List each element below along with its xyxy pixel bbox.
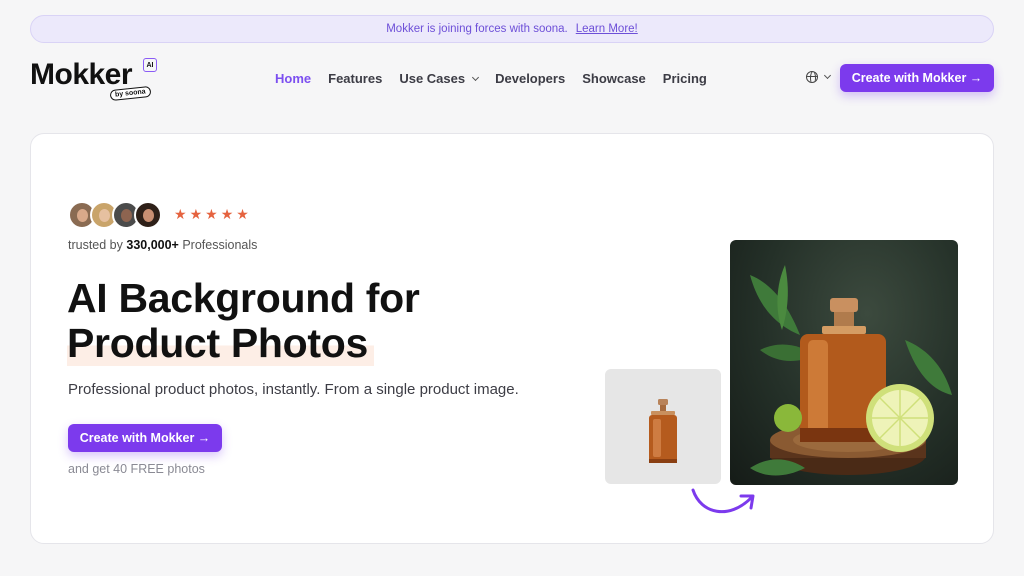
trusted-by-text: trusted by 330,000+ Professionals (68, 238, 258, 252)
hero-headline: AI Background for Product Photos (67, 275, 420, 366)
nav-home[interactable]: Home (275, 70, 311, 88)
mokker-logo[interactable]: Mokker AI by soona (30, 56, 160, 102)
hero-subhead: Professional product photos, instantly. … (68, 381, 519, 398)
transform-arrow-icon (691, 488, 755, 514)
logo-text: Mokker (30, 58, 133, 91)
logo-ai-badge: AI (143, 58, 157, 72)
nav-features[interactable]: Features (328, 70, 382, 88)
learn-more-link[interactable]: Learn More! (576, 23, 638, 35)
free-photos-note: and get 40 FREE photos (68, 462, 205, 476)
before-product-image (605, 369, 721, 484)
nav-use-cases[interactable]: Use Cases (399, 70, 480, 88)
customer-avatars (68, 201, 162, 229)
globe-icon (806, 71, 818, 83)
create-with-mokker-button[interactable]: Create with Mokker → (68, 424, 222, 452)
create-with-mokker-button-nav[interactable]: Create with Mokker → (840, 64, 994, 92)
banner-text: Mokker is joining forces with soona. (386, 23, 568, 35)
language-selector[interactable] (806, 71, 832, 83)
rating-stars: ★ ★ ★ ★ ★ (174, 206, 249, 222)
announcement-banner: Mokker is joining forces with soona. Lea… (30, 15, 994, 43)
chevron-down-icon (823, 71, 832, 80)
trusted-count: 330,000+ (126, 238, 179, 252)
hero-card: ★ ★ ★ ★ ★ trusted by 330,000+ Profession… (30, 133, 994, 544)
star-icon: ★ (236, 206, 249, 222)
after-product-image (730, 240, 958, 485)
nav-developers[interactable]: Developers (495, 70, 565, 88)
star-icon: ★ (205, 206, 218, 222)
nav-pricing[interactable]: Pricing (663, 70, 707, 88)
nav-showcase[interactable]: Showcase (582, 70, 646, 88)
main-nav: Home Features Use Cases Developers Showc… (275, 70, 707, 88)
star-icon: ★ (220, 206, 234, 222)
avatar (134, 201, 162, 229)
chevron-down-icon (472, 73, 480, 82)
star-icon: ★ (189, 206, 203, 222)
star-icon: ★ (174, 206, 187, 222)
